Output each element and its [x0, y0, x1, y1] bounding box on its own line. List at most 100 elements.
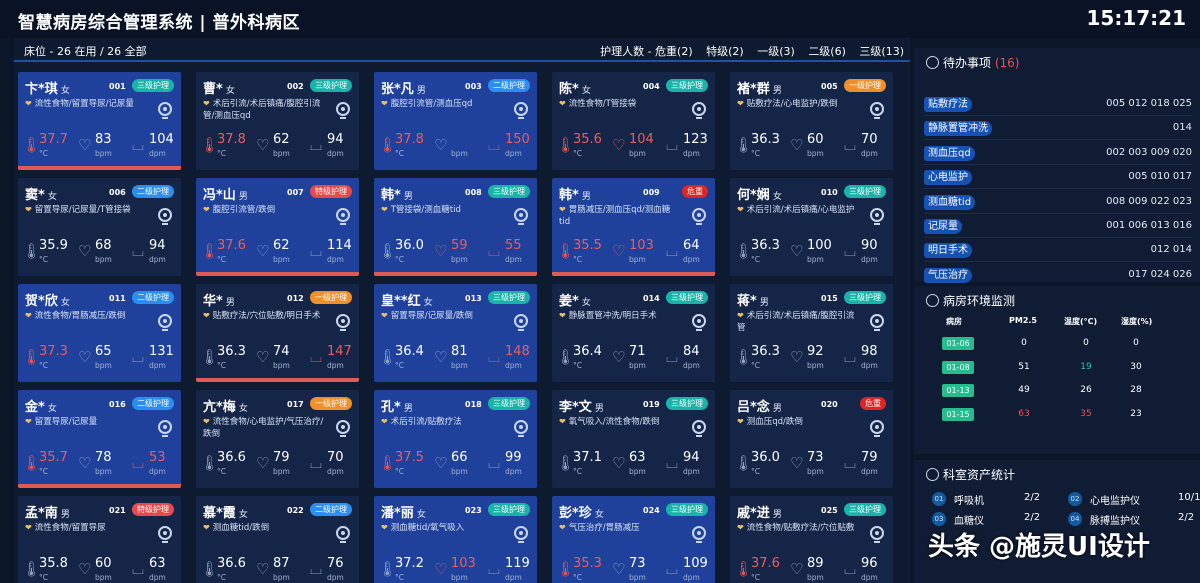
camera-icon[interactable] — [514, 314, 528, 331]
drip-icon: ⌴ — [488, 242, 501, 260]
patient-card[interactable]: 孔*男 018 三级护理术后引流/贴敷疗法 🌡37.5 °C ♡66 bpm ⌴ 99 dpm — [374, 390, 537, 488]
vital-temp-value: 36.3 — [751, 238, 780, 253]
vital-temp-value: 35.3 — [573, 556, 602, 571]
nursing-special[interactable]: 特级(2) — [706, 45, 744, 58]
nursing-level1[interactable]: 一级(3) — [757, 45, 795, 58]
camera-icon[interactable] — [692, 208, 706, 225]
patient-name-text: 慕*霞 — [203, 506, 236, 521]
patient-card[interactable]: 窦*女 006 二级护理留置导尿/记尿量/T管接袋 🌡35.9 °C ♡68 bpm ⌴ 94 d… — [18, 178, 181, 276]
patient-card[interactable]: 张*凡男 003 二级护理腹腔引流管/测血压qd 🌡37.8 °C ♡bpm ⌴ 150 dpm — [374, 72, 537, 170]
patient-card[interactable]: 何*娴女 010 三级护理术后引流/术后镇痛/心电监护 🌡36.3 °C ♡100 bpm ⌴… — [730, 178, 893, 276]
todo-item[interactable]: 明日手术 012 014 — [924, 242, 1192, 263]
todo-item[interactable]: 记尿量 001 006 013 016 — [924, 218, 1192, 238]
patient-card[interactable]: 韩*男 009 危重胃肠减压/测血压qd/测血糖tid 🌡35.5 °C ♡103 bpm ⌴… — [552, 178, 715, 276]
camera-icon[interactable] — [336, 314, 350, 331]
asset-count: 2/2 — [1024, 512, 1041, 523]
patient-card[interactable]: 曹*女 002 三级护理术后引流/术后镇痛/腹腔引流管/测血压qd 🌡37.8 °C ♡6… — [196, 72, 359, 170]
env-header: 温度(°C) — [1064, 317, 1098, 326]
camera-icon[interactable] — [336, 102, 350, 119]
patient-name-text: 褚*群 — [737, 82, 770, 97]
patient-card[interactable]: 皇**红女 013 三级护理留置导尿/记尿量/跌倒 🌡36.4 °C ♡81 bpm ⌴ 148… — [374, 284, 537, 382]
environment-panel: 病房环境监测 病房 PM2.5 温度(°C) 湿度(%) 01-06 0 0 0 01-08 51… — [914, 286, 1200, 454]
env-pm: 49 — [1018, 385, 1030, 395]
camera-icon[interactable] — [158, 102, 172, 119]
vital-temp-unit: °C — [751, 255, 760, 264]
nursing-level2[interactable]: 二级(6) — [808, 45, 846, 58]
vitals: 🌡 37.8 °C ♡ bpm ⌴ 150 dpm — [374, 130, 537, 162]
assets-panel: 科室资产统计 01 呼吸机 2/2 02 心电监护仪 10/10 03 血糖仪 2/2 04 脉搏监… — [914, 460, 1200, 583]
vital-drip-value: 150 — [505, 132, 530, 147]
patient-card[interactable]: 潘*丽女 023 三级护理测血糖tid/氧气吸入 🌡37.2 °C ♡103 bpm ⌴ 119… — [374, 496, 537, 583]
drip-icon: ⌴ — [488, 560, 501, 578]
patient-card[interactable]: 戚*进男 025 三级护理流性食物/贴敷疗法/穴位贴敷 🌡37.6 °C ♡89 bpm ⌴ 9… — [730, 496, 893, 583]
camera-icon[interactable] — [514, 420, 528, 437]
vital-temp-value: 35.5 — [573, 238, 602, 253]
vital-drip-unit: dpm — [327, 361, 344, 370]
patient-card[interactable]: 孟*南男 021 特级护理流性食物/留置导尿 🌡35.8 °C ♡60 bpm ⌴ 63 dpm — [18, 496, 181, 583]
vital-drip-unit: dpm — [683, 149, 700, 158]
patient-name-text: 蒋* — [737, 294, 757, 309]
env-room[interactable]: 01-15 — [942, 407, 974, 421]
vital-drip-value: 123 — [683, 132, 708, 147]
camera-icon[interactable] — [870, 208, 884, 225]
camera-icon[interactable] — [158, 208, 172, 225]
env-room[interactable]: 01-06 — [942, 337, 974, 350]
patient-card[interactable]: 华*男 012 一级护理贴敷疗法/穴位贴敷/明日手术 🌡36.3 °C ♡74 bpm ⌴ 14… — [196, 284, 359, 382]
todo-item[interactable]: 心电监护 005 010 017 — [924, 169, 1192, 190]
patient-card[interactable]: 吕*念男 020 危重测血压qd/跌倒 🌡36.0 °C ♡73 bpm ⌴ 79 dpm — [730, 390, 893, 488]
vital-temp-value: 35.7 — [39, 450, 68, 465]
care-items: 流性食物/胃肠减压/跌倒 — [25, 310, 147, 322]
camera-icon[interactable] — [514, 526, 528, 543]
camera-icon[interactable] — [870, 420, 884, 437]
camera-icon[interactable] — [158, 420, 172, 437]
patient-card[interactable]: 蒋*男 015 三级护理术后引流/术后镇痛/腹腔引流管 🌡36.3 °C ♡92 bpm ⌴ 9… — [730, 284, 893, 382]
camera-icon[interactable] — [336, 208, 350, 225]
care-items: 氧气吸入/流性食物/跌倒 — [559, 416, 681, 428]
bed-number: 007 — [287, 188, 304, 197]
vital-drip-unit: dpm — [861, 467, 878, 476]
camera-icon[interactable] — [870, 102, 884, 119]
patient-card[interactable]: 慕*霞女 022 二级护理测血糖tid/跌倒 🌡36.6 °C ♡87 bpm ⌴ 76 dpm — [196, 496, 359, 583]
patient-card[interactable]: 亢*梅女 017 一级护理流性食物/心电监护/气压治疗/跌倒 🌡36.6 °C ♡79 bp… — [196, 390, 359, 488]
vitals: 🌡 37.3 °C ♡ 65 bpm ⌴ 131 dpm — [18, 342, 181, 374]
patient-card[interactable]: 陈*女 004 三级护理流性食物/T管接袋 🌡35.6 °C ♡104 bpm ⌴ 123 dpm — [552, 72, 715, 170]
camera-icon[interactable] — [692, 420, 706, 437]
todo-beds: 008 009 022 023 — [1106, 195, 1192, 207]
todo-item[interactable]: 气压治疗 017 024 026 — [924, 267, 1192, 287]
nursing-critical[interactable]: 护理人数 - 危重(2) — [600, 45, 693, 58]
camera-icon[interactable] — [692, 102, 706, 119]
camera-icon[interactable] — [158, 314, 172, 331]
camera-icon[interactable] — [514, 208, 528, 225]
env-room[interactable]: 01-08 — [942, 360, 974, 374]
camera-icon[interactable] — [336, 526, 350, 543]
camera-icon[interactable] — [692, 314, 706, 331]
vital-temp-value: 36.6 — [217, 556, 246, 571]
patient-card[interactable]: 褚*群男 005 一级护理贴敷疗法/心电监护/跌倒 🌡36.3 °C ♡60 bpm ⌴ 70 d… — [730, 72, 893, 170]
camera-icon[interactable] — [870, 526, 884, 543]
vital-temp-value: 37.8 — [217, 132, 246, 147]
thermometer-icon: 🌡 — [200, 454, 220, 472]
patient-card[interactable]: 冯*山男 007 特级护理腹腔引流管/跌倒 🌡37.6 °C ♡62 bpm ⌴ 114 dpm — [196, 178, 359, 276]
todo-item[interactable]: 测血压qd 002 003 009 020 — [924, 145, 1192, 165]
care-items: 术后引流/术后镇痛/腹腔引流管 — [737, 310, 859, 334]
camera-icon[interactable] — [336, 420, 350, 437]
heartbeat-icon: ♡ — [790, 242, 804, 260]
todo-item[interactable]: 测血糖tid 008 009 022 023 — [924, 194, 1192, 214]
vitals: 🌡 37.6 °C ♡ 62 bpm ⌴ 114 dpm — [196, 236, 359, 268]
env-room[interactable]: 01-13 — [942, 384, 974, 397]
patient-card[interactable]: 彭*珍女 024 三级护理气压治疗/胃肠减压 🌡35.3 °C ♡73 bpm ⌴ 109 dpm — [552, 496, 715, 583]
todo-item[interactable]: 静脉置管冲洗 014 — [924, 120, 1192, 141]
todo-item[interactable]: 贴敷疗法 005 012 018 025 — [924, 96, 1192, 116]
patient-card[interactable]: 金*女 016 二级护理留置导尿/记尿量 🌡35.7 °C ♡78 bpm ⌴ 53 dpm — [18, 390, 181, 488]
patient-name-text: 陈* — [559, 82, 579, 97]
camera-icon[interactable] — [692, 526, 706, 543]
camera-icon[interactable] — [870, 314, 884, 331]
patient-card[interactable]: 卞*琪女 001 三级护理流性食物/留置导尿/记尿量 🌡37.7 °C ♡83 bpm ⌴ 10… — [18, 72, 181, 170]
patient-card[interactable]: 李*文男 019 三级护理氧气吸入/流性食物/跌倒 🌡37.1 °C ♡63 bpm ⌴ 94 d… — [552, 390, 715, 488]
patient-card[interactable]: 姜*女 014 三级护理静脉置管冲洗/明日手术 🌡36.4 °C ♡71 bpm ⌴ 84 dpm — [552, 284, 715, 382]
camera-icon[interactable] — [514, 102, 528, 119]
patient-card[interactable]: 韩*男 008 三级护理 T管接袋/测血糖tid 🌡36.0 °C ♡59 bpm ⌴ 55 dpm — [374, 178, 537, 276]
patient-card[interactable]: 贺*欣女 011 二级护理流性食物/胃肠减压/跌倒 🌡37.3 °C ♡65 bpm ⌴ 131… — [18, 284, 181, 382]
nursing-level3[interactable]: 三级(13) — [859, 45, 904, 58]
camera-icon[interactable] — [158, 526, 172, 543]
